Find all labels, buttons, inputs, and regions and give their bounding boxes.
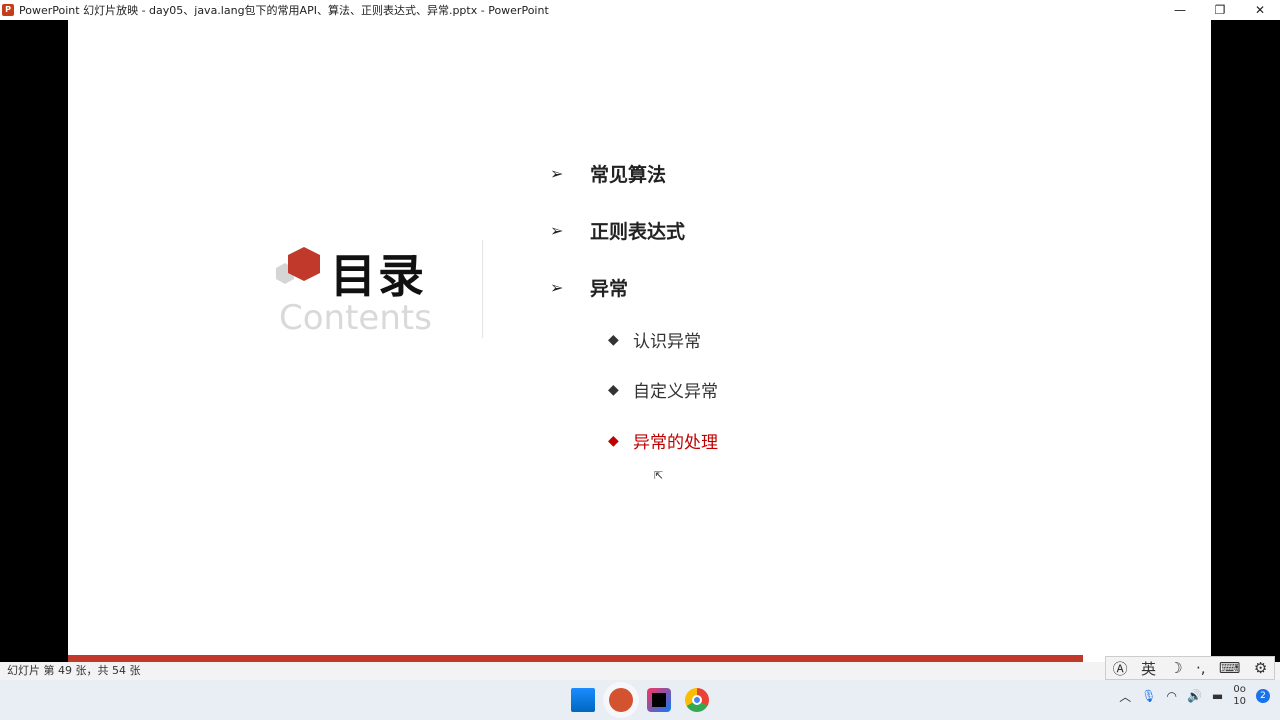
diamond-bullet-icon: ◆	[608, 432, 619, 449]
footer-bar	[68, 655, 1083, 662]
chevron-up-icon[interactable]: ︿	[1119, 688, 1131, 705]
window-title: PowerPoint 幻灯片放映 - day05、java.lang包下的常用A…	[19, 4, 549, 17]
moon-icon[interactable]: ☽	[1169, 659, 1182, 677]
ime-logo-icon[interactable]: Ⓐ	[1113, 658, 1128, 679]
ime-toolbar: Ⓐ 英 ☽ ·, ⌨ ⚙	[1105, 656, 1275, 680]
intellij-icon[interactable]	[647, 688, 671, 712]
toc-subitem: ◆ 认识异常	[608, 327, 701, 353]
divider	[482, 240, 483, 338]
diamond-bullet-icon: ◆	[608, 331, 619, 348]
wifi-icon[interactable]: ◠	[1166, 689, 1176, 703]
toc-item-label: 正则表达式	[590, 221, 686, 243]
notification-badge[interactable]: 2	[1256, 689, 1270, 703]
arrow-bullet-icon: ➢	[550, 221, 564, 240]
keyboard-icon[interactable]: ⌨	[1219, 659, 1241, 677]
arrow-bullet-icon: ➢	[550, 164, 564, 183]
punctuation-icon[interactable]: ·,	[1196, 659, 1206, 677]
system-tray: ︿ 🎙 ◠ 🔊 ▬ 0o 10 2	[1119, 684, 1270, 708]
toc-subitem-label: 认识异常	[633, 332, 701, 352]
clock-date: 10	[1233, 696, 1246, 707]
toc-item-label: 异常	[590, 278, 629, 300]
hexagon-logo-icon	[276, 247, 320, 284]
mouse-cursor-icon: ⇱	[654, 469, 664, 482]
chrome-icon[interactable]	[685, 688, 709, 712]
arrow-bullet-icon: ➢	[550, 278, 564, 297]
toc-subitem-label: 异常的处理	[633, 433, 718, 453]
taskbar	[0, 680, 1280, 720]
restore-button[interactable]: ❐	[1200, 0, 1240, 20]
toc-item: ➢ 正则表达式	[550, 217, 685, 244]
start-icon[interactable]	[571, 688, 595, 712]
microphone-icon[interactable]: 🎙	[1141, 689, 1156, 703]
title-bar: P PowerPoint 幻灯片放映 - day05、java.lang包下的常…	[0, 0, 1280, 20]
slide-title: 目录	[330, 249, 426, 303]
status-bar: 幻灯片 第 49 张，共 54 张	[0, 662, 1280, 680]
diamond-bullet-icon: ◆	[608, 381, 619, 398]
toc-item: ➢ 异常	[550, 274, 628, 301]
toc-item: ➢ 常见算法	[550, 160, 666, 187]
toc-subitem-label: 自定义异常	[633, 382, 718, 402]
gear-icon[interactable]: ⚙	[1254, 659, 1267, 677]
ime-mode-toggle[interactable]: 英	[1141, 658, 1156, 679]
powerpoint-taskbar-icon[interactable]	[609, 688, 633, 712]
minimize-button[interactable]: —	[1160, 0, 1200, 20]
slide-subtitle: Contents	[279, 298, 432, 338]
toc-subitem: ◆ 自定义异常	[608, 377, 718, 403]
powerpoint-icon: P	[2, 4, 14, 16]
slide[interactable]: 目录 Contents ➢ 常见算法 ➢ 正则表达式 ➢ 异常 ◆ 认识异常 ◆ 自定义异…	[68, 20, 1211, 662]
toc-item-label: 常见算法	[590, 164, 667, 186]
volume-icon[interactable]: 🔊	[1187, 689, 1202, 703]
toc-subitem-active: ◆ 异常的处理	[608, 428, 718, 454]
battery-icon[interactable]: ▬	[1212, 689, 1223, 703]
slide-counter: 幻灯片 第 49 张，共 54 张	[7, 664, 141, 677]
clock-time: 0o	[1233, 684, 1246, 695]
clock[interactable]: 0o 10	[1233, 684, 1246, 708]
close-button[interactable]: ✕	[1240, 0, 1280, 20]
